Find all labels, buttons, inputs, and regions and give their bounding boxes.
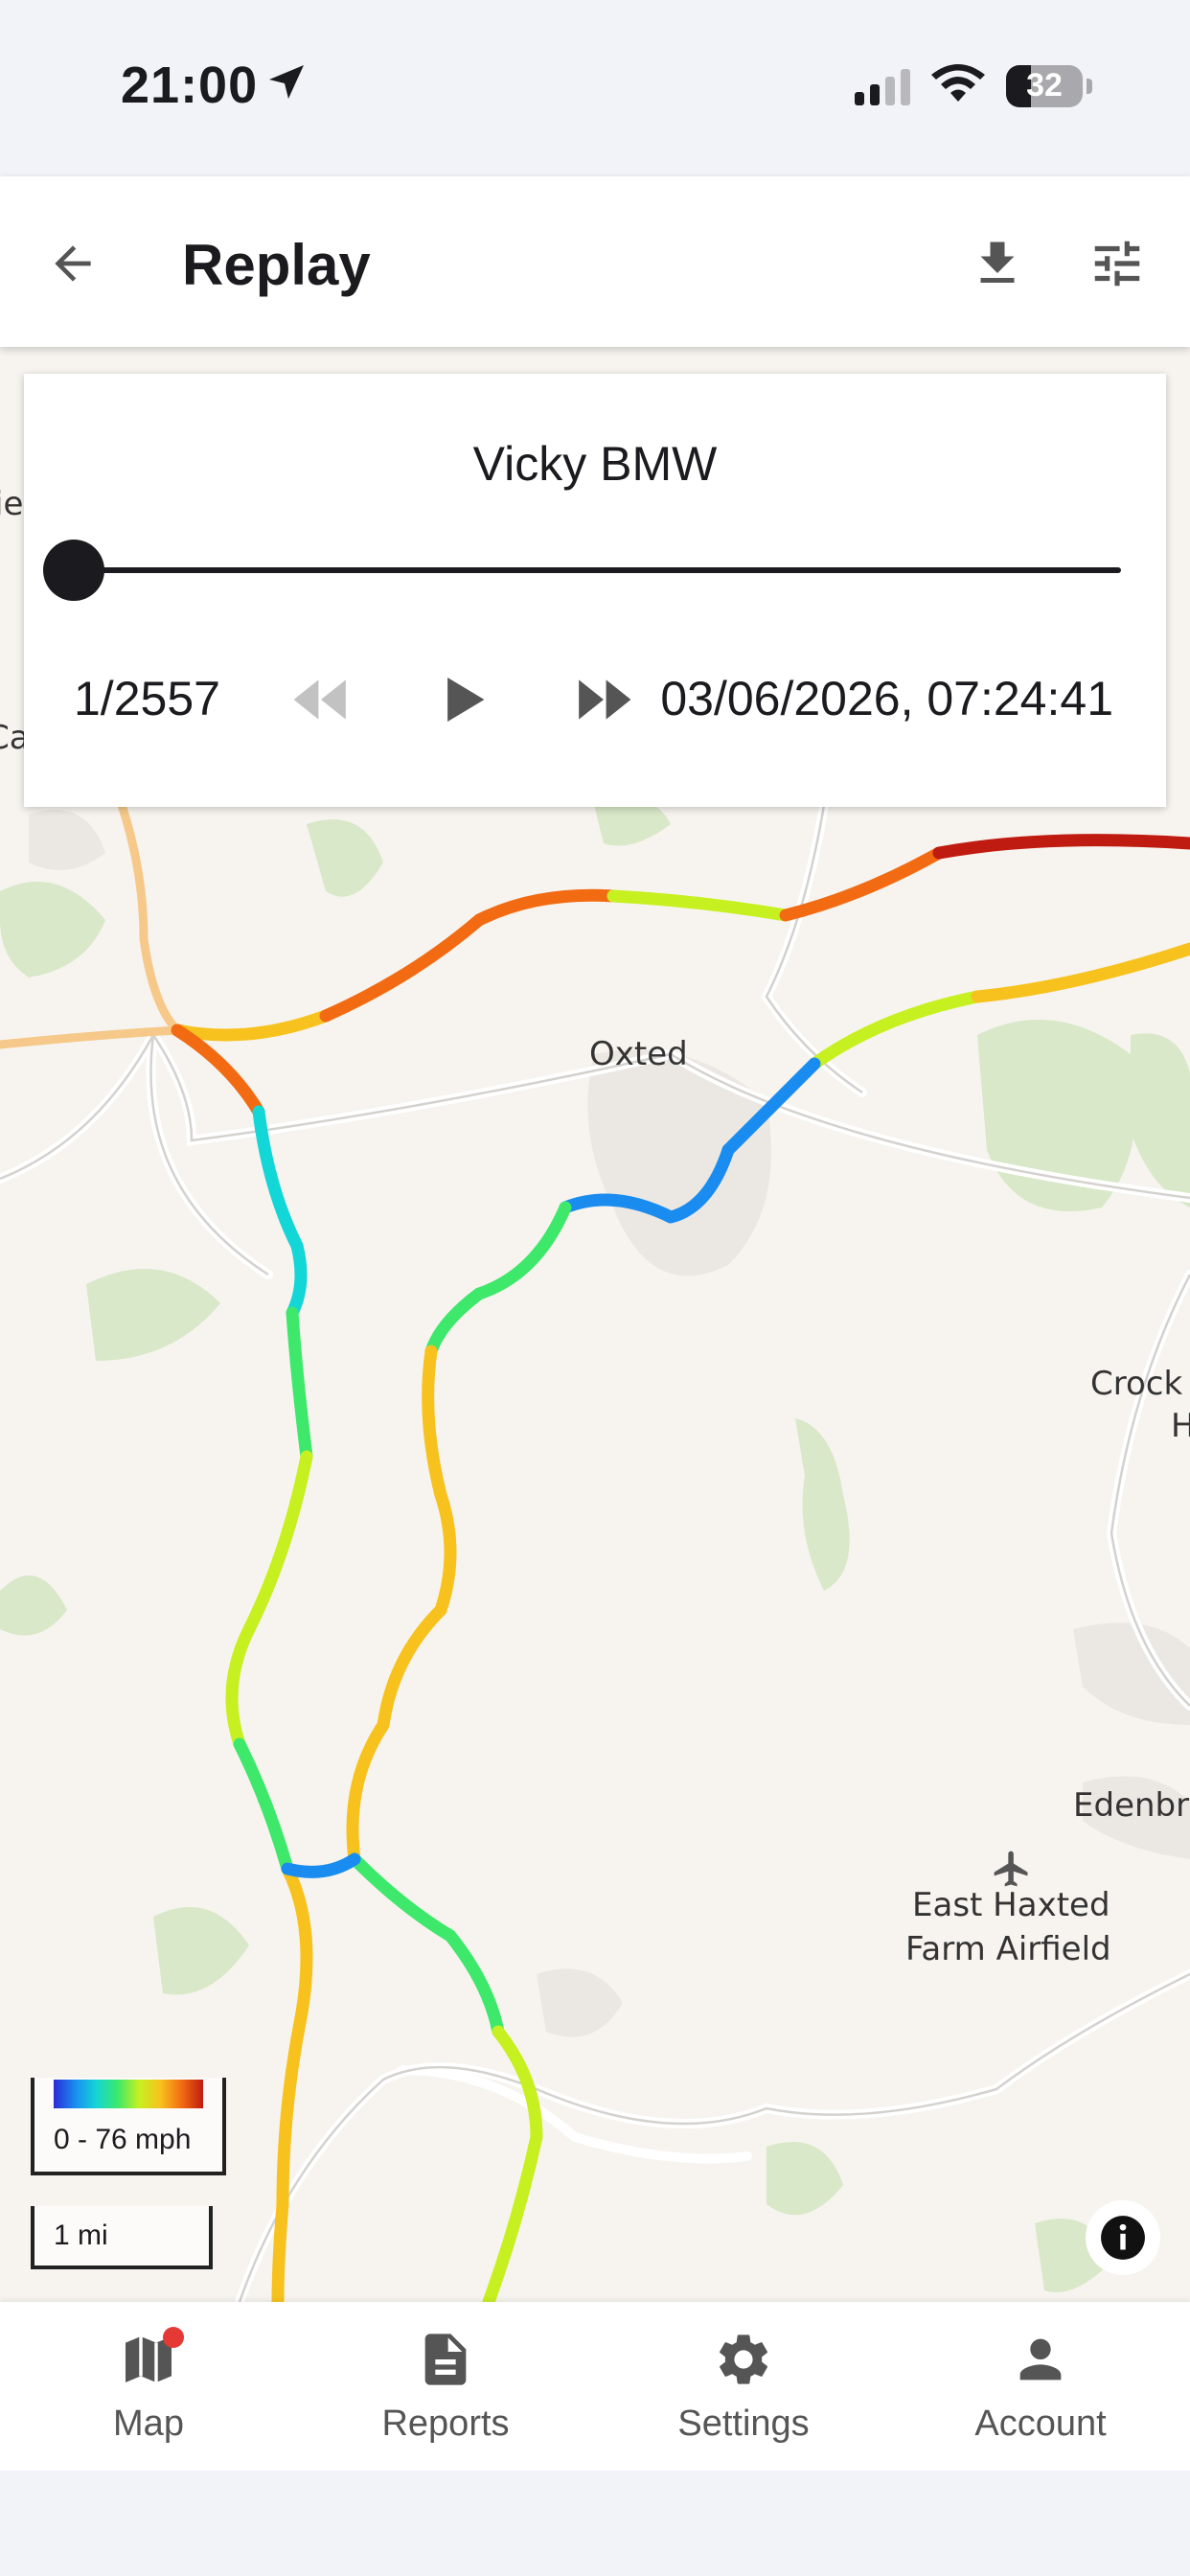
fast-forward-icon bbox=[579, 679, 631, 720]
person-icon bbox=[1019, 2338, 1062, 2380]
location-arrow-icon bbox=[269, 65, 304, 99]
map-scale: 1 mi bbox=[31, 2206, 213, 2269]
back-button[interactable] bbox=[38, 229, 107, 298]
nav-item-account[interactable]: Account bbox=[926, 2329, 1156, 2453]
signal-icon bbox=[855, 69, 910, 105]
rewind-icon bbox=[293, 679, 346, 720]
map-label-edge-ie: ie bbox=[0, 485, 24, 523]
nav-item-settings[interactable]: Settings bbox=[629, 2329, 858, 2453]
replay-control-card: Vicky BMW 1/2557 03/06/2026, 07:24:41 bbox=[24, 374, 1166, 807]
status-bar: 21:00 32 bbox=[0, 0, 1190, 176]
replay-slider-track[interactable] bbox=[72, 567, 1121, 573]
wifi-icon bbox=[931, 64, 985, 102]
fast-forward-button[interactable] bbox=[551, 661, 656, 738]
map-label-crock: Crock bbox=[1090, 1365, 1183, 1403]
map-label-edenbr: Edenbr bbox=[1073, 1786, 1190, 1825]
rewind-button[interactable] bbox=[268, 661, 374, 738]
home-indicator-area bbox=[0, 2471, 1190, 2576]
app-bar: Replay bbox=[0, 176, 1190, 347]
play-icon bbox=[447, 678, 485, 722]
nav-label-settings: Settings bbox=[677, 2404, 810, 2444]
nav-label-account: Account bbox=[974, 2404, 1107, 2444]
tune-icon bbox=[1094, 241, 1140, 287]
clock: 21:00 bbox=[121, 57, 259, 114]
battery-icon: 32 bbox=[1006, 65, 1092, 107]
speed-legend: 0 - 76 mph bbox=[31, 2078, 226, 2175]
nav-label-map: Map bbox=[113, 2404, 184, 2444]
info-icon bbox=[1101, 2216, 1145, 2260]
back-arrow-icon bbox=[55, 245, 91, 282]
map-info-button[interactable] bbox=[1086, 2200, 1160, 2275]
download-icon bbox=[980, 242, 1015, 283]
battery-level: 32 bbox=[1026, 67, 1063, 104]
speed-gradient-bar bbox=[54, 2080, 203, 2108]
airport-icon bbox=[994, 1851, 1028, 1887]
filter-settings-button[interactable] bbox=[1083, 229, 1152, 298]
nav-item-map[interactable]: Map bbox=[34, 2329, 263, 2453]
point-counter: 1/2557 bbox=[74, 672, 220, 725]
replay-slider-thumb[interactable] bbox=[43, 540, 104, 601]
replay-timestamp: 03/06/2026, 07:24:41 bbox=[660, 672, 1113, 725]
map-label-crock-h: H bbox=[1171, 1407, 1190, 1445]
download-button[interactable] bbox=[963, 229, 1032, 298]
nav-item-reports[interactable]: Reports bbox=[331, 2329, 561, 2453]
map-label-airfield-line1: East Haxted bbox=[912, 1886, 1110, 1924]
document-icon bbox=[424, 2334, 467, 2385]
play-button[interactable] bbox=[417, 661, 513, 738]
page-title: Replay bbox=[182, 233, 371, 297]
nav-label-reports: Reports bbox=[381, 2404, 510, 2444]
map-scale-text: 1 mi bbox=[54, 2220, 108, 2251]
map-notification-badge bbox=[163, 2327, 184, 2348]
map-label-airfield-line2: Farm Airfield bbox=[905, 1930, 1111, 1968]
speed-legend-text: 0 - 76 mph bbox=[54, 2124, 192, 2155]
vehicle-name: Vicky BMW bbox=[472, 437, 718, 491]
map-label-oxted: Oxted bbox=[589, 1035, 688, 1073]
gear-icon bbox=[720, 2334, 767, 2384]
